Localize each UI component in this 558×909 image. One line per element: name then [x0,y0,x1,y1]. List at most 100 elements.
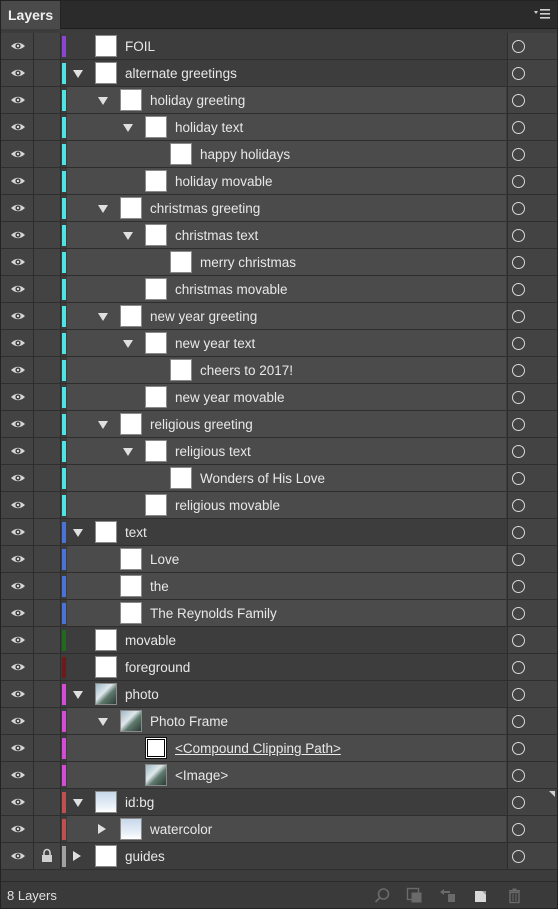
target-circle-icon[interactable] [512,661,525,674]
lock-toggle[interactable] [34,573,61,599]
visibility-toggle[interactable] [1,87,34,113]
disclosure-expanded-icon[interactable] [73,70,83,78]
target-circle-icon[interactable] [512,148,525,161]
target-circle-icon[interactable] [512,553,525,566]
lock-toggle[interactable] [34,114,61,140]
lock-toggle[interactable] [34,546,61,572]
layer-row[interactable]: movable [1,627,557,654]
target-circle-icon[interactable] [512,418,525,431]
layer-name-cell[interactable]: happy holidays [67,141,506,167]
layer-row[interactable]: foreground [1,654,557,681]
layer-row[interactable]: Love [1,546,557,573]
visibility-toggle[interactable] [1,762,34,788]
layer-row[interactable]: new year greeting [1,303,557,330]
layer-name-cell[interactable]: guides [67,843,506,869]
visibility-toggle[interactable] [1,411,34,437]
layer-name-cell[interactable]: <Image> [67,762,506,788]
layer-row[interactable]: christmas greeting [1,195,557,222]
lock-toggle[interactable] [34,465,61,491]
visibility-toggle[interactable] [1,546,34,572]
target-circle-icon[interactable] [512,580,525,593]
visibility-toggle[interactable] [1,438,34,464]
lock-toggle[interactable] [34,762,61,788]
layer-row[interactable]: new year movable [1,384,557,411]
target-circle-icon[interactable] [512,94,525,107]
visibility-toggle[interactable] [1,708,34,734]
disclosure-expanded-icon[interactable] [98,313,108,321]
target-circle-icon[interactable] [512,283,525,296]
target-circle-icon[interactable] [512,364,525,377]
layer-name-cell[interactable]: movable [67,627,506,653]
visibility-toggle[interactable] [1,519,34,545]
visibility-toggle[interactable] [1,627,34,653]
disclosure-collapsed-icon[interactable] [98,824,106,834]
layer-name-cell[interactable]: christmas greeting [67,195,506,221]
panel-menu-icon[interactable] [533,7,551,21]
lock-toggle[interactable] [34,276,61,302]
layer-name-cell[interactable]: christmas movable [67,276,506,302]
visibility-toggle[interactable] [1,60,34,86]
layer-name-cell[interactable]: Wonders of His Love [67,465,506,491]
layer-name-cell[interactable]: text [67,519,506,545]
visibility-toggle[interactable] [1,249,34,275]
layer-name-cell[interactable]: <Compound Clipping Path> [67,735,506,761]
lock-toggle[interactable] [34,330,61,356]
target-circle-icon[interactable] [512,67,525,80]
lock-toggle[interactable] [34,141,61,167]
disclosure-expanded-icon[interactable] [98,718,108,726]
new-layer-icon[interactable] [473,887,490,904]
visibility-toggle[interactable] [1,114,34,140]
visibility-toggle[interactable] [1,357,34,383]
lock-toggle[interactable] [34,87,61,113]
lock-toggle[interactable] [34,681,61,707]
disclosure-collapsed-icon[interactable] [73,851,81,861]
target-circle-icon[interactable] [512,391,525,404]
layer-name-cell[interactable]: foreground [67,654,506,680]
layer-row[interactable]: happy holidays [1,141,557,168]
layer-name-cell[interactable]: photo [67,681,506,707]
disclosure-expanded-icon[interactable] [73,529,83,537]
target-circle-icon[interactable] [512,607,525,620]
lock-toggle[interactable] [34,33,61,59]
lock-toggle[interactable] [34,708,61,734]
visibility-toggle[interactable] [1,465,34,491]
layer-row[interactable]: holiday greeting [1,87,557,114]
layer-name-cell[interactable]: religious text [67,438,506,464]
layer-name-cell[interactable]: the [67,573,506,599]
layer-name-cell[interactable]: christmas text [67,222,506,248]
lock-toggle[interactable] [34,357,61,383]
visibility-toggle[interactable] [1,735,34,761]
layer-row[interactable]: cheers to 2017! [1,357,557,384]
target-circle-icon[interactable] [512,715,525,728]
search-icon[interactable] [374,887,391,904]
layer-name-cell[interactable]: Love [67,546,506,572]
visibility-toggle[interactable] [1,816,34,842]
disclosure-expanded-icon[interactable] [123,448,133,456]
lock-toggle[interactable] [34,654,61,680]
lock-toggle[interactable] [34,843,61,869]
visibility-toggle[interactable] [1,168,34,194]
layer-name-cell[interactable]: holiday greeting [67,87,506,113]
visibility-toggle[interactable] [1,789,34,815]
visibility-toggle[interactable] [1,276,34,302]
layer-name-cell[interactable]: cheers to 2017! [67,357,506,383]
lock-toggle[interactable] [34,60,61,86]
visibility-toggle[interactable] [1,195,34,221]
layer-row[interactable]: id:bg [1,789,557,816]
layer-row[interactable]: photo [1,681,557,708]
lock-toggle[interactable] [34,816,61,842]
layer-row[interactable]: text [1,519,557,546]
target-circle-icon[interactable] [512,202,525,215]
disclosure-expanded-icon[interactable] [123,124,133,132]
layer-row[interactable]: religious text [1,438,557,465]
layer-name-cell[interactable]: id:bg [67,789,506,815]
layer-row[interactable]: <Image> [1,762,557,789]
layer-name-cell[interactable]: new year text [67,330,506,356]
lock-toggle[interactable] [34,600,61,626]
lock-toggle[interactable] [34,789,61,815]
layer-name-cell[interactable]: The Reynolds Family [67,600,506,626]
layer-name-cell[interactable]: new year movable [67,384,506,410]
target-circle-icon[interactable] [512,256,525,269]
layer-row[interactable]: the [1,573,557,600]
disclosure-expanded-icon[interactable] [98,97,108,105]
